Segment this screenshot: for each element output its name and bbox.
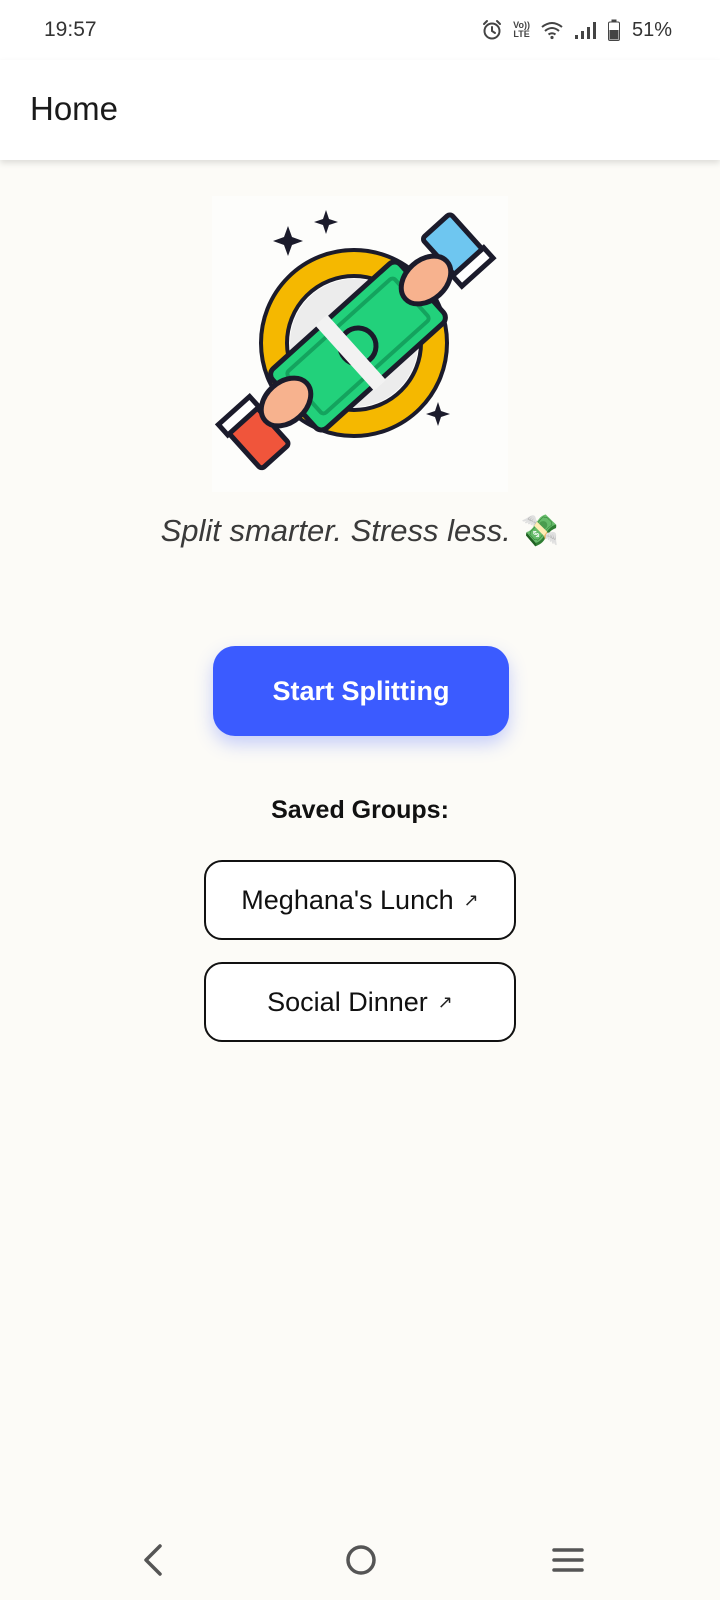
home-icon[interactable] [344, 1542, 378, 1578]
alarm-icon [483, 20, 502, 40]
money-with-wings-icon: 💸 [520, 513, 560, 548]
open-arrow-icon: ↗ [463, 889, 479, 910]
system-nav-bar [0, 1520, 720, 1600]
saved-group-label: Social Dinner [267, 986, 428, 1017]
volte-badge-bottom: LTE [513, 29, 530, 39]
saved-group-button[interactable]: Social Dinner ↗ [204, 962, 516, 1042]
sparkle-icon [426, 402, 450, 426]
battery-icon [607, 19, 620, 41]
battery-percent: 51% [631, 18, 672, 41]
wifi-icon [541, 22, 563, 40]
page-title: Home [30, 90, 119, 127]
money-exchange-illustration [212, 196, 508, 492]
status-bar: 19:57 Vo)) LTE 51% [0, 0, 720, 60]
back-icon[interactable] [138, 1542, 168, 1578]
sparkle-icon [273, 226, 303, 256]
signal-icon [574, 22, 596, 39]
saved-groups-heading: Saved Groups: [271, 796, 449, 824]
tagline: Split smarter. Stress less. 💸 [0, 512, 720, 549]
start-splitting-button[interactable]: Start Splitting [213, 646, 509, 736]
status-icons: Vo)) LTE 51% [481, 16, 672, 44]
recents-icon[interactable] [550, 1542, 586, 1578]
tagline-text: Split smarter. Stress less. [160, 513, 511, 548]
volte-icon: Vo)) LTE [513, 21, 530, 39]
saved-group-label: Meghana's Lunch [241, 884, 454, 915]
status-time: 19:57 [44, 18, 97, 41]
open-arrow-icon: ↗ [437, 991, 453, 1012]
saved-group-button[interactable]: Meghana's Lunch ↗ [204, 860, 516, 940]
sparkle-icon [314, 210, 338, 234]
app-bar: Home [0, 60, 720, 160]
